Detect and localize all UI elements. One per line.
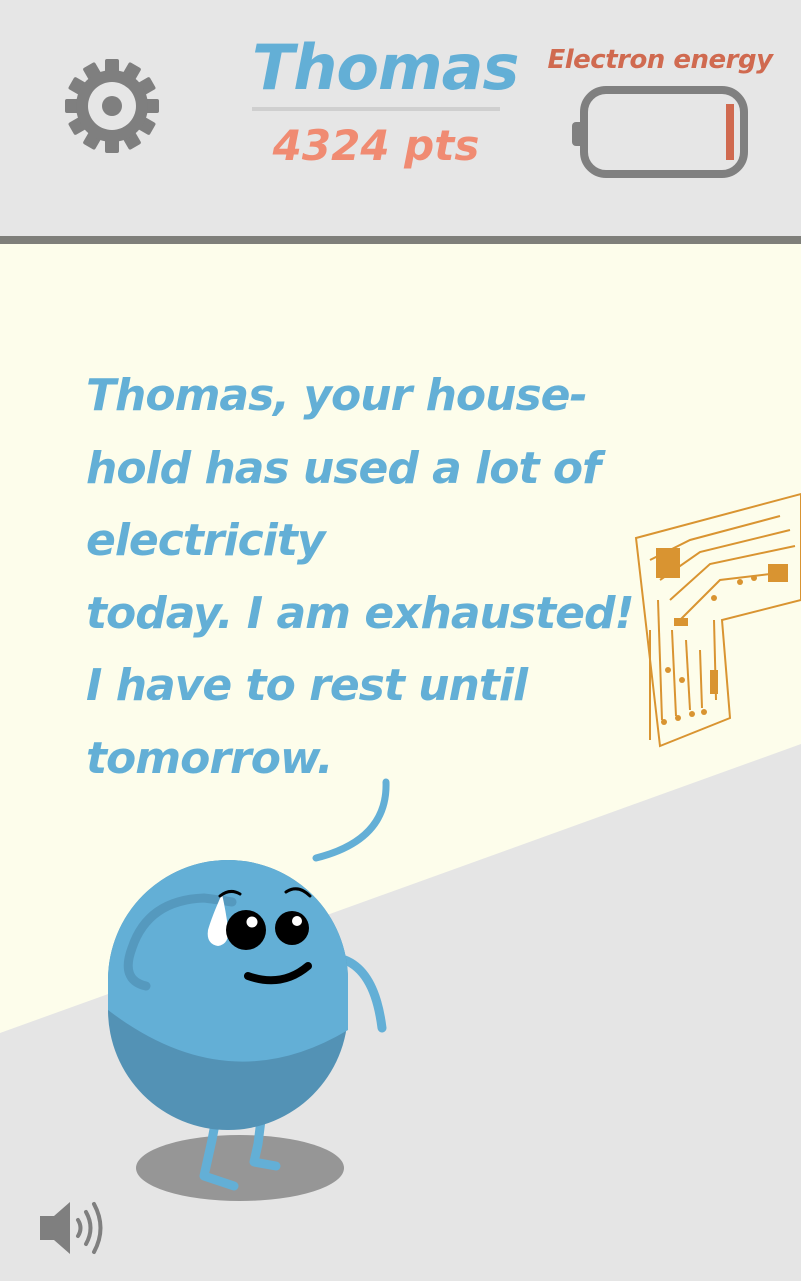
- speaker-icon[interactable]: [36, 1196, 112, 1260]
- dialogue-line: Thomas, your house-: [86, 370, 588, 421]
- header-divider: [0, 236, 801, 244]
- energy-level-fill: [726, 104, 734, 160]
- points-score: 4324 pts: [272, 121, 480, 170]
- energy-label: Electron energy: [547, 45, 773, 75]
- gear-icon[interactable]: [62, 56, 162, 156]
- dialogue-line: hold has used a lot of: [86, 442, 601, 494]
- dialogue-line: today. I am exhausted!: [86, 587, 635, 639]
- energy-battery-icon: [572, 86, 748, 178]
- dialogue-line: electricity: [86, 515, 326, 566]
- electron-character: [108, 860, 387, 1201]
- dialogue-line: I have to rest until: [86, 660, 528, 711]
- dialogue-text: Thomas, your house- hold has used a lot …: [86, 360, 646, 795]
- circuit-board-decoration: [634, 492, 801, 748]
- player-name: Thomas: [252, 31, 519, 104]
- name-underline: [252, 107, 500, 111]
